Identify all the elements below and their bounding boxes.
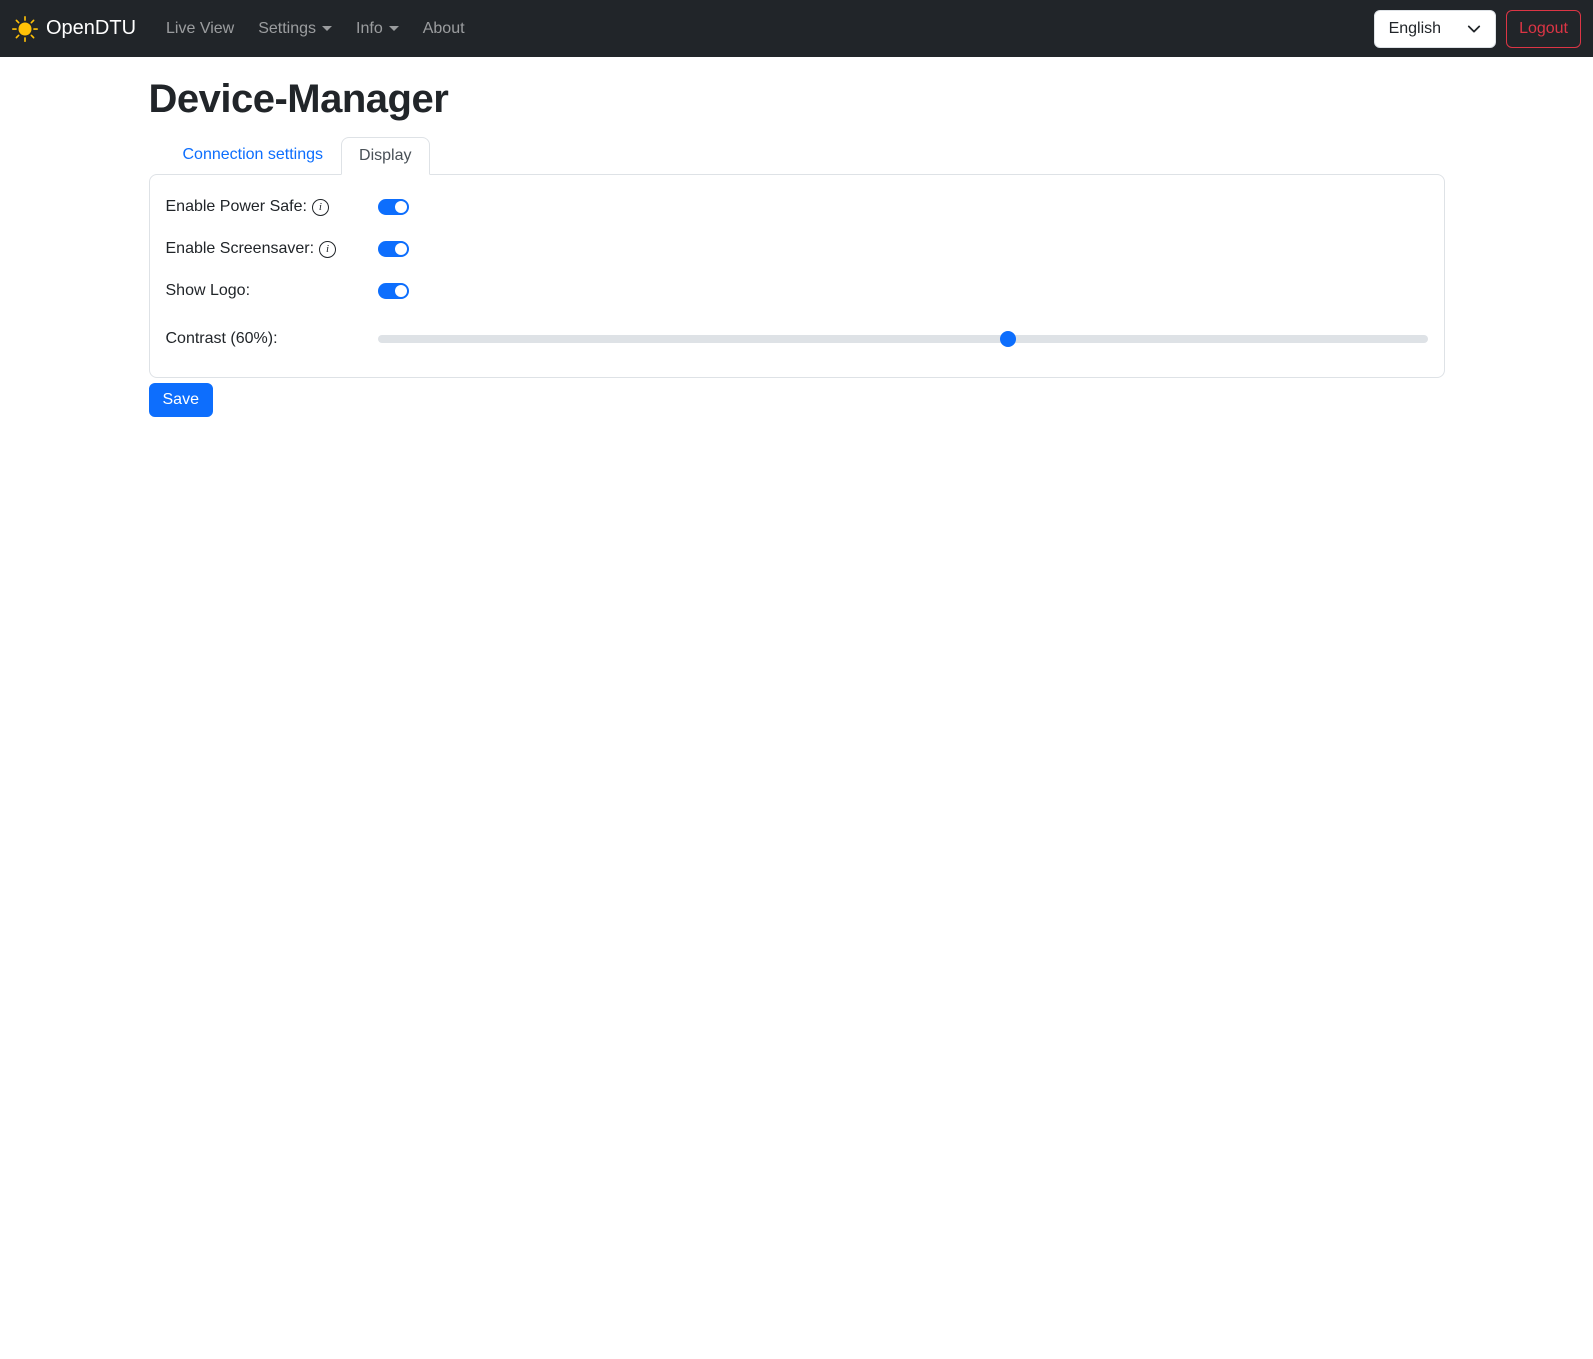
chevron-down-icon (1467, 22, 1481, 36)
contrast-label-text: Contrast (60%): (165, 330, 278, 347)
brand-label: OpenDTU (46, 17, 137, 39)
screensaver-control (377, 241, 1428, 257)
brand-link[interactable]: OpenDTU (12, 15, 137, 42)
sun-icon (12, 15, 38, 42)
contrast-slider-thumb[interactable] (999, 331, 1016, 347)
show-logo-label-text: Show Logo: (165, 282, 251, 299)
display-settings-card: Enable Power Safe: i Enable Screensaver:… (148, 174, 1445, 378)
show-logo-label: Show Logo: (166, 282, 378, 300)
form-row-screensaver: Enable Screensaver: i (166, 233, 1428, 265)
nav-item-info-label: Info (356, 19, 383, 37)
toggle-knob (394, 285, 407, 297)
form-row-power-safe: Enable Power Safe: i (166, 191, 1428, 223)
show-logo-toggle[interactable] (377, 283, 409, 299)
nav-item-settings-label: Settings (258, 19, 317, 37)
screensaver-label: Enable Screensaver: i (166, 240, 378, 258)
info-icon[interactable]: i (319, 240, 337, 258)
save-button[interactable]: Save (148, 383, 213, 417)
power-safe-toggle[interactable] (377, 199, 409, 215)
toggle-knob (394, 243, 407, 255)
info-icon[interactable]: i (311, 198, 329, 216)
navbar: OpenDTU Live View Settings Info About En… (0, 0, 1593, 57)
main-content: Device-Manager Connection settings Displ… (137, 77, 1457, 417)
navbar-right: English Logout (1373, 9, 1581, 48)
nav-item-about[interactable]: About (411, 12, 477, 46)
contrast-slider-track (377, 335, 1428, 343)
nav-item-info[interactable]: Info (344, 12, 411, 46)
toggle-knob (394, 201, 407, 213)
form-row-show-logo: Show Logo: (166, 275, 1428, 307)
tab-bar: Connection settings Display (149, 136, 1445, 175)
screensaver-toggle[interactable] (377, 241, 409, 257)
contrast-control (377, 331, 1428, 347)
nav-item-settings[interactable]: Settings (246, 12, 344, 46)
caret-down-icon (322, 26, 333, 31)
navbar-left: OpenDTU Live View Settings Info About (12, 12, 477, 46)
power-safe-label-text: Enable Power Safe: (165, 198, 307, 215)
language-select-value: English (1388, 19, 1442, 37)
language-select[interactable]: English (1373, 9, 1497, 48)
contrast-slider[interactable] (377, 331, 1428, 347)
power-safe-control (377, 199, 1428, 215)
caret-down-icon (388, 26, 399, 31)
form-row-contrast: Contrast (60%): (166, 323, 1428, 355)
nav-item-live-view[interactable]: Live View (154, 12, 246, 46)
contrast-label: Contrast (60%): (166, 330, 378, 348)
power-safe-label: Enable Power Safe: i (166, 198, 378, 216)
show-logo-control (377, 283, 1428, 299)
page-title: Device-Manager (148, 77, 449, 121)
tab-display[interactable]: Display (341, 137, 430, 175)
tab-connection-settings[interactable]: Connection settings (165, 136, 342, 174)
logout-button[interactable]: Logout (1506, 9, 1581, 48)
screensaver-label-text: Enable Screensaver: (165, 240, 315, 257)
